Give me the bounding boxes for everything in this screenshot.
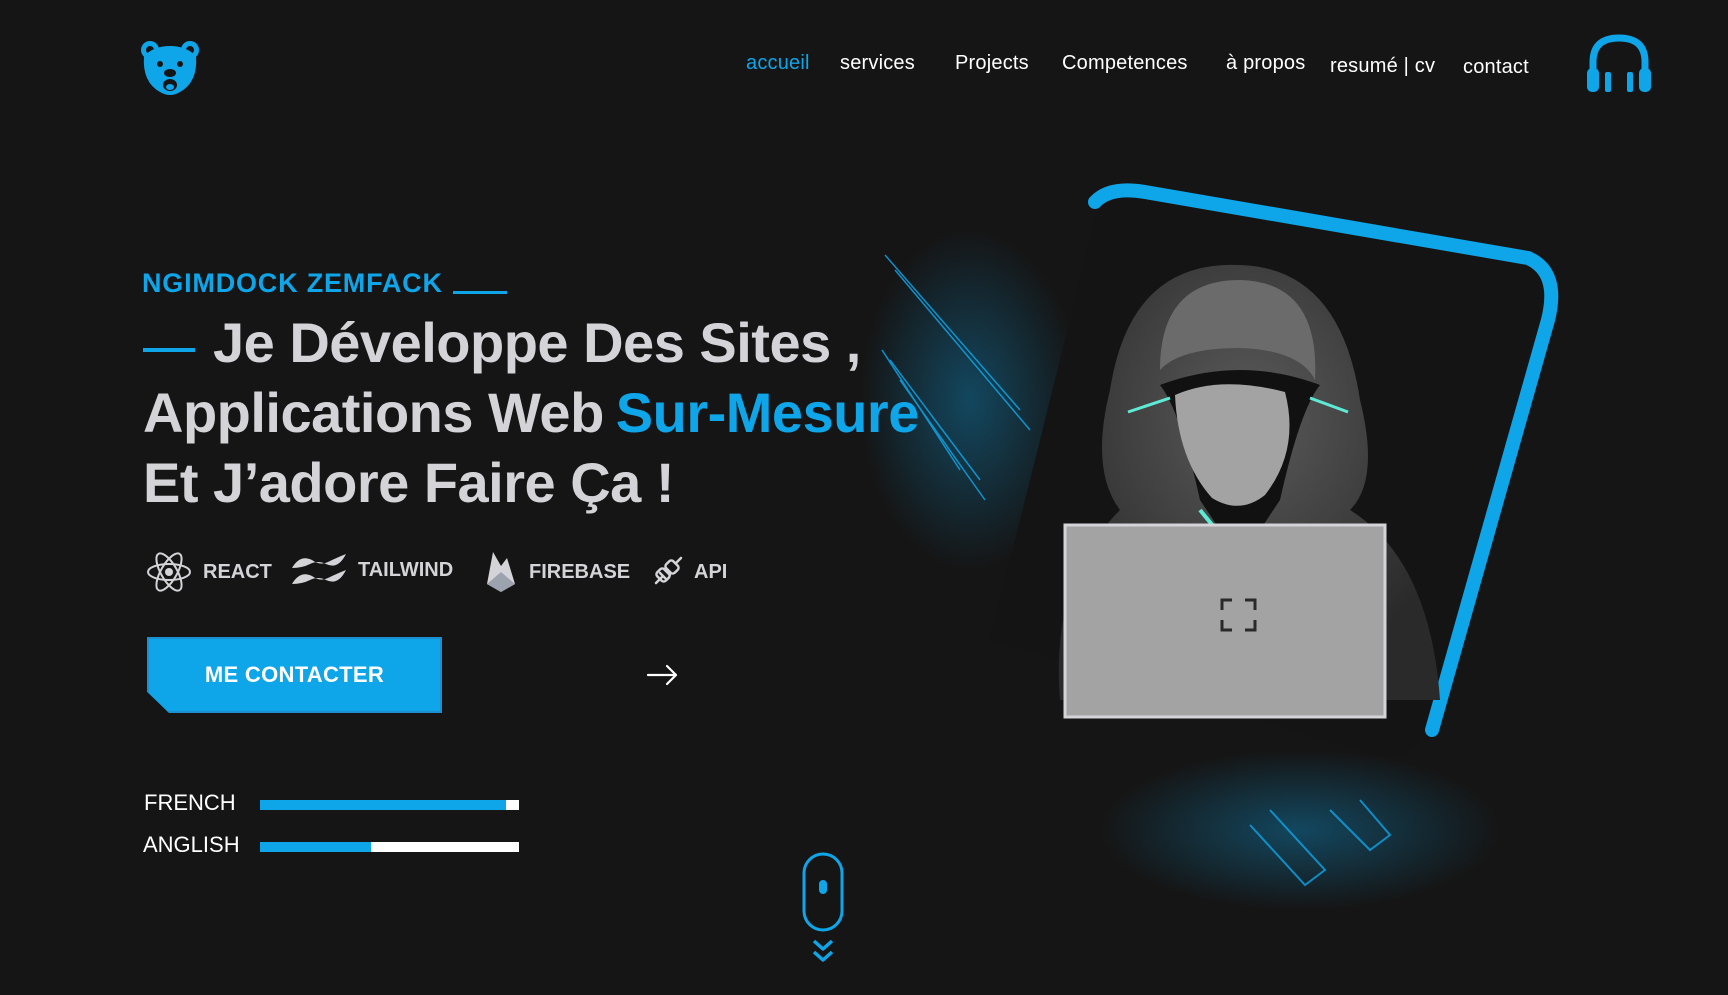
headline-line-1: Je Développe Des Sites , xyxy=(143,308,919,378)
tech-api: API xyxy=(650,548,727,596)
headline-line-1-text: Je Développe Des Sites , xyxy=(213,311,861,374)
nav-item-accueil[interactable]: accueil xyxy=(746,52,810,75)
language-french-fill xyxy=(260,800,507,810)
main-nav: accueil services Projects Competences à … xyxy=(0,52,1728,82)
language-english-fill xyxy=(260,842,372,852)
tech-firebase-label: FIREBASE xyxy=(529,560,631,583)
contact-button[interactable]: ME CONTACTER xyxy=(147,637,442,713)
headline-line-2: Applications Web Sur-Mesure xyxy=(143,378,919,448)
react-atom-icon xyxy=(147,552,191,592)
language-english: ANGLISH xyxy=(0,832,560,862)
author-name: NGIMDOCK ZEMFACK xyxy=(142,268,507,299)
tech-react: REACT xyxy=(145,548,272,596)
plug-link-icon xyxy=(654,556,683,585)
nav-item-contact[interactable]: contact xyxy=(1463,56,1529,79)
tech-tailwind: TAILWIND xyxy=(290,546,453,594)
mouse-scroll-icon[interactable] xyxy=(802,852,844,932)
firebase-flame-icon xyxy=(487,552,515,592)
eyebrow-dash xyxy=(452,291,507,294)
language-english-label: ANGLISH xyxy=(143,832,240,857)
tech-tailwind-label: TAILWIND xyxy=(358,558,454,581)
headline-line-2-text: Applications Web xyxy=(143,381,604,444)
hero-headline: Je Développe Des Sites , Applications We… xyxy=(143,308,919,518)
language-english-bar xyxy=(260,842,519,852)
language-french-label: FRENCH xyxy=(144,790,236,815)
tech-firebase: FIREBASE xyxy=(483,548,630,596)
language-french-bar xyxy=(260,800,519,810)
double-chevron-down-icon xyxy=(811,938,835,964)
headphones-icon[interactable] xyxy=(1585,32,1653,94)
nav-item-competences[interactable]: Competences xyxy=(1062,52,1188,75)
author-name-text: NGIMDOCK ZEMFACK xyxy=(142,268,443,298)
nav-item-a-propos[interactable]: à propos xyxy=(1226,52,1305,75)
nav-item-services[interactable]: services xyxy=(840,52,915,75)
tailwind-wave-icon xyxy=(292,554,346,584)
headline-dash xyxy=(143,348,195,353)
headline-line-3: Et J’adore Faire Ça ! xyxy=(143,451,675,514)
tech-react-label: REACT xyxy=(203,560,272,583)
arrow-right-icon[interactable] xyxy=(645,660,681,690)
language-french: FRENCH xyxy=(0,790,560,820)
nav-item-resume-cv[interactable]: resumé | cv xyxy=(1330,55,1435,78)
tech-api-label: API xyxy=(694,560,728,583)
hacker-illustration xyxy=(860,180,1580,920)
nav-item-projects[interactable]: Projects xyxy=(955,52,1029,75)
